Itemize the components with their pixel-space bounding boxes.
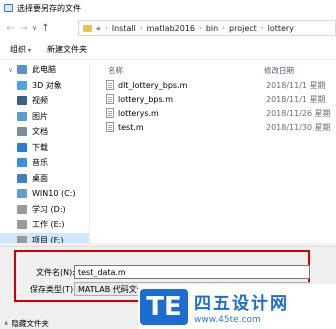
file-list: 名称 修改日期 dlt_lottery_bps.m 2018/11/1 星期 l… [104,62,336,244]
downloads-icon [17,142,27,152]
back-arrow-icon[interactable]: ← [4,20,17,36]
breadcrumb-item-lottery[interactable]: lottery [268,24,294,33]
toolbar: 组织 ▾ 新建文件夹 [0,40,336,60]
file-row[interactable]: test.m 2018/11/30 星期 [104,120,336,134]
sidebar-item-label: 下载 [32,142,48,152]
desktop-icon [17,173,27,183]
breadcrumb-item-bin[interactable]: bin [206,24,218,33]
window-title: 选择要另存的文件 [17,3,81,13]
computer-icon [17,65,27,75]
navigation-pane: ∨ 此电脑 3D 对象 视频 图片 文档 下载 音乐 桌面 WIN10 (C:)… [0,62,90,248]
breadcrumb-separator-icon: › [260,24,264,32]
sidebar-item-label: 学习 (D:) [32,204,66,214]
music-icon [17,158,27,168]
collapse-chevron-icon[interactable]: ∨ [8,66,17,74]
file-row[interactable]: dlt_lottery_bps.m 2018/11/1 星期 [104,78,336,92]
drive-icon [17,220,27,230]
3d-objects-icon [17,80,27,90]
file-row[interactable]: lottery_bps.m 2018/11/1 星期 [104,92,336,106]
matlab-file-icon [106,108,114,118]
sidebar-item-videos[interactable]: 视频 [0,93,89,109]
breadcrumb-item-install[interactable]: Install [112,24,136,33]
drive-icon [17,204,27,214]
sidebar-item-label: 文档 [32,127,48,137]
windows-drive-icon [17,189,27,199]
file-list-header: 名称 修改日期 [104,62,336,78]
sidebar-item-pictures[interactable]: 图片 [0,109,89,125]
title-bar: 选择要另存的文件 [0,0,336,16]
file-name: dlt_lottery_bps.m [118,80,188,90]
file-date: 2018/11/1 星期 [266,80,326,90]
sidebar-item-drive-e[interactable]: 工作 (E:) [0,217,89,233]
watermark-logo-text: TE [146,291,182,322]
sidebar-item-label: 桌面 [32,173,48,183]
breadcrumb-separator-icon: › [222,24,226,32]
sidebar-item-label: 图片 [32,111,48,121]
chevron-down-icon: ▾ [28,47,32,54]
sidebar-item-3d-objects[interactable]: 3D 对象 [0,78,89,94]
sidebar-item-label: 3D 对象 [32,80,62,90]
hide-folders-label: 隐藏文件夹 [11,319,49,328]
recent-locations-chevron-icon[interactable]: ∨ [30,20,39,36]
filename-label: 文件名(N): [36,268,75,277]
sidebar-item-downloads[interactable]: 下载 [0,140,89,156]
watermark: TE 四五设计网 www.45te.com [138,284,336,329]
watermark-site-name: 四五设计网 [194,293,289,314]
folder-icon [83,24,92,32]
filename-input[interactable] [74,265,310,279]
hide-folders-toggle[interactable]: ∧ 隐藏文件夹 [4,318,49,329]
forward-arrow-icon[interactable]: → [17,20,30,36]
breadcrumb-overflow[interactable]: « [96,24,101,33]
breadcrumb-separator-icon: › [199,24,202,32]
pictures-icon [17,111,27,121]
app-icon [4,4,13,12]
documents-icon [17,127,27,137]
up-arrow-icon[interactable]: ↑ [39,20,52,36]
sidebar-item-documents[interactable]: 文档 [0,124,89,140]
matlab-file-icon [106,80,114,90]
file-name: lotterys.m [118,108,159,118]
sidebar-item-label: 工作 (E:) [32,220,65,230]
sidebar-item-drive-d[interactable]: 学习 (D:) [0,202,89,218]
file-date: 2018/11/1 星期 [266,94,326,104]
column-header-name[interactable]: 名称 [104,65,264,76]
filetype-label: 保存类型(T): [30,285,76,294]
sidebar-item-label: WIN10 (C:) [32,189,76,199]
breadcrumb-separator-icon: › [104,24,108,32]
breadcrumb-item-matlab2016[interactable]: matlab2016 [147,24,195,33]
sidebar-item-music[interactable]: 音乐 [0,155,89,171]
organize-label: 组织 [10,45,26,54]
matlab-file-icon [106,94,114,104]
sidebar-item-this-pc[interactable]: ∨ 此电脑 [0,62,89,78]
filetype-value: MATLAB 代码文件 [78,284,145,294]
new-folder-button[interactable]: 新建文件夹 [47,44,87,55]
breadcrumb-item-project[interactable]: project [229,24,257,33]
sidebar-item-label: 音乐 [32,158,48,168]
breadcrumb-separator-icon: › [139,24,143,32]
sidebar-item-desktop[interactable]: 桌面 [0,171,89,187]
address-row: ← → ∨ ↑ « › Install › matlab2016 › bin ›… [0,17,336,39]
file-date: 2018/11/26 星期 [266,108,331,118]
organize-button[interactable]: 组织 ▾ [10,44,31,55]
sidebar-item-label: 视频 [32,96,48,106]
watermark-url: www.45te.com [194,314,261,325]
sidebar-item-drive-c[interactable]: WIN10 (C:) [0,186,89,202]
file-date: 2018/11/30 星期 [266,122,331,132]
matlab-file-icon [106,122,114,132]
watermark-text: 四五设计网 www.45te.com [194,289,289,325]
video-icon [17,96,27,106]
sidebar-item-label: 此电脑 [32,65,56,75]
column-header-modified[interactable]: 修改日期 [264,65,336,76]
chevron-up-icon: ∧ [4,320,9,327]
file-row[interactable]: lotterys.m 2018/11/26 星期 [104,106,336,120]
file-name: lottery_bps.m [118,94,173,104]
watermark-logo: TE [140,288,188,325]
address-bar[interactable]: « › Install › matlab2016 › bin › project… [78,20,336,36]
file-name: test.m [118,122,144,132]
